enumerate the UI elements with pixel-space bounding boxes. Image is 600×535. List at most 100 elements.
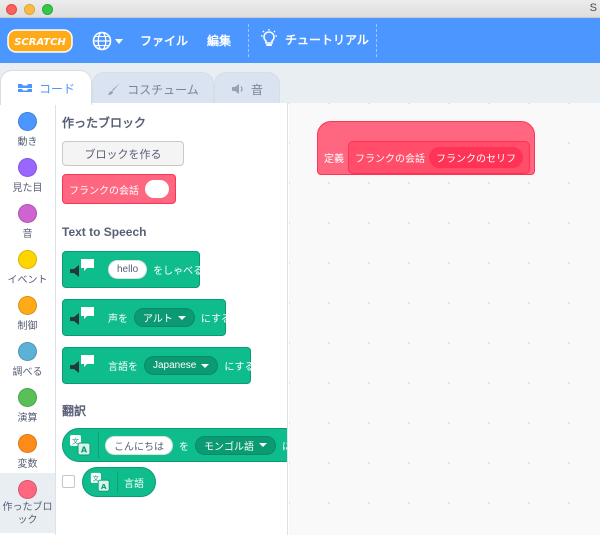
translate-icon: 文 A <box>70 435 91 456</box>
block-empty-input <box>145 180 169 198</box>
svg-text:文: 文 <box>93 474 100 483</box>
svg-text:A: A <box>81 446 88 455</box>
make-a-block-button[interactable]: ブロックを作る <box>62 141 184 166</box>
define-label: 定義 <box>324 154 344 165</box>
category-sound[interactable]: 音 <box>0 201 55 247</box>
tab-code-label: コード <box>38 81 75 96</box>
tab-costumes-label: コスチューム <box>127 82 199 97</box>
block-label: 言語 <box>124 478 144 490</box>
scratch-logo[interactable]: SCRATCH <box>7 29 73 53</box>
tab-sounds-label: 音 <box>250 82 263 97</box>
translate-block[interactable]: 文 A こんにちは を モンゴル語 に <box>62 428 287 462</box>
control-dot-icon <box>18 296 37 315</box>
block-divider <box>117 471 118 493</box>
category-label: 音 <box>22 229 33 240</box>
lightbulb-icon <box>261 29 277 46</box>
chevron-down-icon <box>177 315 186 320</box>
category-variables[interactable]: 変数 <box>0 431 55 477</box>
category-my-blocks[interactable]: 作ったブロック <box>0 473 55 533</box>
language-globe-icon[interactable] <box>92 30 126 52</box>
looks-dot-icon <box>18 158 37 177</box>
custom-block-name: フランクの会話 <box>355 154 425 165</box>
speak-block[interactable]: hello をしゃべる <box>62 251 204 288</box>
translate-text-input[interactable]: こんにちは <box>105 435 173 455</box>
operators-dot-icon <box>18 388 37 407</box>
variables-dot-icon <box>18 434 37 453</box>
window-titlebar: S <box>0 0 600 18</box>
edit-menu[interactable]: 編集 <box>207 32 231 49</box>
category-label: 制御 <box>17 321 38 332</box>
translate-heading: 翻訳 <box>62 404 87 418</box>
category-events[interactable]: イベント <box>0 247 55 293</box>
block-label: をしゃべる <box>153 266 204 277</box>
set-language-block[interactable]: 言語を Japanese にする <box>62 347 255 384</box>
category-label: 変数 <box>17 459 38 470</box>
target-language-dropdown[interactable]: モンゴル語 <box>195 435 276 455</box>
editor-tab-bar: コード コスチューム 音 <box>0 63 600 105</box>
tutorials-menu[interactable]: チュートリアル <box>260 29 369 49</box>
category-label: 演算 <box>17 413 38 424</box>
block-label: フランクの会話 <box>69 185 139 197</box>
svg-text:文: 文 <box>72 437 79 446</box>
text-to-speech-icon <box>70 258 94 277</box>
define-block[interactable]: 定義 フランクの会話 フランクのセリフ <box>317 121 535 175</box>
language-dropdown[interactable]: Japanese <box>144 356 219 375</box>
category-operators[interactable]: 演算 <box>0 385 55 431</box>
menu-bar: SCRATCH ファイル 編集 チュートリアル <box>0 18 600 63</box>
target-language-value: モンゴル語 <box>204 441 254 453</box>
chevron-down-icon <box>201 363 210 368</box>
tab-sounds[interactable]: 音 <box>214 72 280 105</box>
category-control[interactable]: 制御 <box>0 293 55 339</box>
block-label: 言語を <box>108 362 138 373</box>
language-reporter-block[interactable]: 文 A 言語 <box>82 467 156 497</box>
my-blocks-dot-icon <box>18 480 37 499</box>
file-menu[interactable]: ファイル <box>140 32 188 49</box>
events-dot-icon <box>18 250 37 269</box>
custom-block-prototype[interactable]: フランクの会話 フランクのセリフ <box>348 141 530 174</box>
category-looks[interactable]: 見た目 <box>0 155 55 201</box>
category-label: 動き <box>17 137 38 148</box>
zoom-window-button[interactable] <box>42 4 53 15</box>
block-label: に <box>282 438 287 453</box>
block-palette: 作ったブロック ブロックを作る フランクの会話 Text to Speech h… <box>56 103 288 535</box>
brush-icon <box>108 83 121 95</box>
tab-costumes[interactable]: コスチューム <box>92 72 214 105</box>
tab-code[interactable]: コード <box>0 70 92 105</box>
voice-dropdown-value: アルト <box>143 314 173 325</box>
svg-text:SCRATCH: SCRATCH <box>14 37 66 48</box>
block-label: にする <box>200 314 232 325</box>
category-motion[interactable]: 動き <box>0 109 55 155</box>
speak-text-input[interactable]: hello <box>108 260 148 279</box>
motion-dot-icon <box>18 112 37 131</box>
voice-dropdown[interactable]: アルト <box>134 308 195 327</box>
block-label: 声を <box>108 314 128 325</box>
language-reporter-checkbox[interactable] <box>62 475 75 488</box>
minimize-window-button[interactable] <box>24 4 35 15</box>
script-workspace[interactable]: 定義 フランクの会話 フランクのセリフ <box>289 103 600 535</box>
my-blocks-heading: 作ったブロック <box>62 116 147 130</box>
text-to-speech-icon <box>70 354 94 373</box>
close-window-button[interactable] <box>6 4 17 15</box>
category-label: 調べる <box>12 367 43 378</box>
category-label: 見た目 <box>12 183 43 194</box>
category-label: イベント <box>7 275 48 286</box>
tts-heading: Text to Speech <box>62 225 147 239</box>
svg-text:A: A <box>101 482 107 491</box>
menu-divider <box>248 24 249 57</box>
chevron-down-icon <box>259 443 267 447</box>
set-voice-block[interactable]: 声を アルト にする <box>62 299 231 336</box>
window-title: S <box>589 2 597 14</box>
translate-icon: 文 A <box>90 472 110 492</box>
category-sensing[interactable]: 調べる <box>0 339 55 385</box>
block-label: にする <box>224 362 255 373</box>
block-divider <box>98 432 99 458</box>
block-label: を <box>179 441 189 453</box>
speaker-icon <box>231 84 243 94</box>
language-dropdown-value: Japanese <box>153 360 197 371</box>
tutorials-label: チュートリアル <box>285 32 369 47</box>
frank-conversation-block[interactable]: フランクの会話 <box>62 174 176 204</box>
parameter-reporter[interactable]: フランクのセリフ <box>429 147 523 168</box>
category-menu: 動き 見た目 音 イベント 制御 調べる 演算 変数 作ったブロック <box>0 103 56 535</box>
sensing-dot-icon <box>18 342 37 361</box>
menu-divider <box>376 24 377 57</box>
